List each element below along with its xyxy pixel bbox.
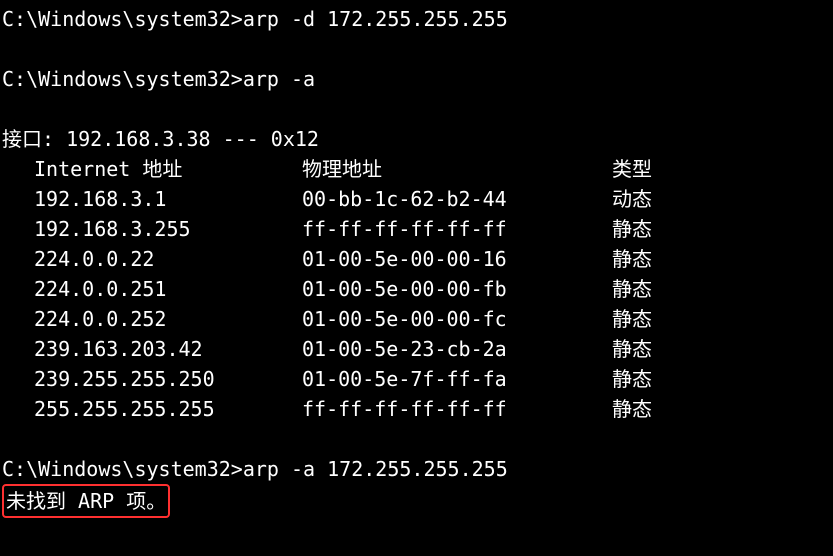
cell-ip: 255.255.255.255 [2, 394, 302, 424]
cell-ip: 239.163.203.42 [2, 334, 302, 364]
cell-mac: 01-00-5e-00-00-fb [302, 274, 612, 304]
cell-type: 静态 [612, 274, 652, 304]
result-line: 未找到 ARP 项。 [2, 484, 831, 518]
cell-mac: ff-ff-ff-ff-ff-ff [302, 394, 612, 424]
cell-type: 静态 [612, 244, 652, 274]
cell-mac: ff-ff-ff-ff-ff-ff [302, 214, 612, 244]
cell-type: 静态 [612, 394, 652, 424]
prompt: C:\Windows\system32> [2, 7, 243, 31]
blank-line [2, 34, 831, 64]
cell-ip: 224.0.0.251 [2, 274, 302, 304]
header-mac: 物理地址 [302, 154, 612, 184]
arp-table: Internet 地址 物理地址 类型 192.168.3.1 00-bb-1c… [2, 154, 652, 424]
cell-ip: 239.255.255.250 [2, 364, 302, 394]
header-ip: Internet 地址 [2, 154, 302, 184]
cell-ip: 224.0.0.252 [2, 304, 302, 334]
table-row: 239.163.203.42 01-00-5e-23-cb-2a 静态 [2, 334, 652, 364]
cell-mac: 01-00-5e-23-cb-2a [302, 334, 612, 364]
cell-type: 动态 [612, 184, 652, 214]
table-row: 224.0.0.251 01-00-5e-00-00-fb 静态 [2, 274, 652, 304]
arp-header-row: Internet 地址 物理地址 类型 [2, 154, 652, 184]
command-line-1: C:\Windows\system32>arp -d 172.255.255.2… [2, 4, 831, 34]
header-type: 类型 [612, 154, 652, 184]
command-text: arp -d 172.255.255.255 [243, 7, 508, 31]
cell-mac: 00-bb-1c-62-b2-44 [302, 184, 612, 214]
command-line-3: C:\Windows\system32>arp -a 172.255.255.2… [2, 454, 831, 484]
cell-mac: 01-00-5e-7f-ff-fa [302, 364, 612, 394]
prompt: C:\Windows\system32> [2, 67, 243, 91]
cell-ip: 224.0.0.22 [2, 244, 302, 274]
cell-mac: 01-00-5e-00-00-16 [302, 244, 612, 274]
table-row: 192.168.3.255 ff-ff-ff-ff-ff-ff 静态 [2, 214, 652, 244]
cell-mac: 01-00-5e-00-00-fc [302, 304, 612, 334]
table-row: 239.255.255.250 01-00-5e-7f-ff-fa 静态 [2, 364, 652, 394]
command-text: arp -a [243, 67, 315, 91]
table-row: 192.168.3.1 00-bb-1c-62-b2-44 动态 [2, 184, 652, 214]
prompt: C:\Windows\system32> [2, 457, 243, 481]
cell-type: 静态 [612, 364, 652, 394]
blank-line [2, 94, 831, 124]
cell-ip: 192.168.3.1 [2, 184, 302, 214]
cell-type: 静态 [612, 334, 652, 364]
command-line-2: C:\Windows\system32>arp -a [2, 64, 831, 94]
table-row: 224.0.0.252 01-00-5e-00-00-fc 静态 [2, 304, 652, 334]
table-row: 255.255.255.255 ff-ff-ff-ff-ff-ff 静态 [2, 394, 652, 424]
interface-line: 接口: 192.168.3.38 --- 0x12 [2, 124, 831, 154]
blank-line [2, 424, 831, 454]
command-text: arp -a 172.255.255.255 [243, 457, 508, 481]
cell-ip: 192.168.3.255 [2, 214, 302, 244]
not-found-message: 未找到 ARP 项。 [2, 484, 170, 518]
cell-type: 静态 [612, 214, 652, 244]
table-row: 224.0.0.22 01-00-5e-00-00-16 静态 [2, 244, 652, 274]
cell-type: 静态 [612, 304, 652, 334]
